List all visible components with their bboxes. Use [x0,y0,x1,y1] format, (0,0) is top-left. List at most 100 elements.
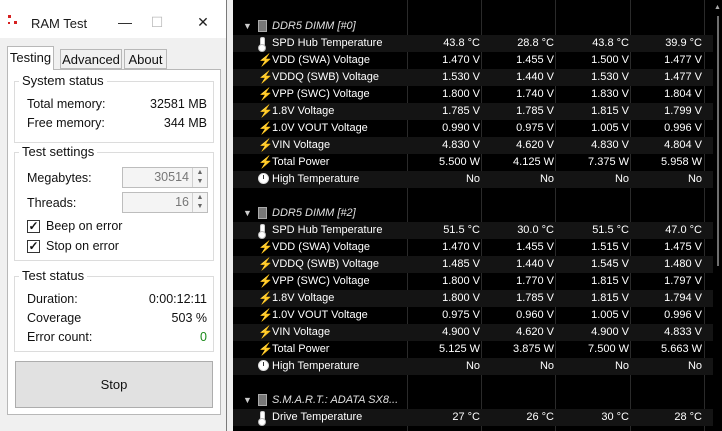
memory-chip-icon [258,207,267,219]
sensor-maximum-value: 1.815 V [591,292,629,304]
scrollbar[interactable]: ▲ [713,0,722,431]
sensor-row[interactable]: ⚡ VPP (SWC) Voltage 1.800 V 1.770 V 1.815 V 1… [233,273,722,290]
sensor-row[interactable]: ⚡ 1.0V VOUT Voltage 0.975 V 0.960 V 1.005 V 0… [233,307,722,324]
memory-chip-icon [258,20,267,32]
bolt-icon: ⚡ [258,274,273,288]
window-title: RAM Test [31,16,88,31]
sensor-row[interactable]: High Temperature No No No No [233,358,722,375]
sensor-minimum-value: 4.620 V [516,139,554,151]
sensor-row[interactable]: SPD Hub Temperature 51.5 °C 30.0 °C 51.5 °C… [233,222,722,239]
megabytes-spin-arrows[interactable]: ▲ ▼ [192,168,207,187]
minimize-button[interactable]: — [115,12,135,32]
sensor-minimum-value: 26 °C [526,411,554,423]
sensor-minimum-value: No [539,173,554,185]
sensor-minimum-value: 0.960 V [516,309,554,321]
thermometer-icon [258,37,266,52]
sensor-group-header[interactable]: ▼ DDR5 DIMM [#0] [233,18,722,35]
error-count-value: 0 [200,330,207,344]
sensor-group-header[interactable]: ▼ DDR5 DIMM [#2] [233,205,722,222]
sensor-row[interactable]: ⚡ VDDQ (SWB) Voltage 1.530 V 1.440 V 1.530 V… [233,69,722,86]
chevron-down-icon[interactable]: ▼ [243,21,252,31]
stop-on-error-checkbox[interactable]: ✓ [27,240,40,253]
sensor-average-value: 1.799 V [664,105,702,117]
sensor-row[interactable]: Drive Temperature 27 °C 26 °C 30 °C 28 °C [233,409,722,426]
sensor-row[interactable]: ⚡ VIN Voltage 4.830 V 4.620 V 4.830 V 4.804 V [233,137,722,154]
sensor-average-value: 0.996 V [664,122,702,134]
spin-down-icon[interactable]: ▼ [193,202,207,211]
coverage-label: Coverage [27,311,82,325]
bolt-icon: ⚡ [258,342,273,356]
sensor-current-value: 4.900 V [442,326,480,338]
threads-spin-arrows[interactable]: ▲ ▼ [192,193,207,212]
beep-on-error-label[interactable]: Beep on error [46,219,122,233]
sensor-row[interactable]: ⚡ VPP (SWC) Voltage 1.800 V 1.740 V 1.830 V 1… [233,86,722,103]
sensor-minimum-value: No [539,360,554,372]
test-settings-group: Test settings Megabytes: 30514 ▲ ▼ Thread… [14,144,214,261]
spin-up-icon[interactable]: ▲ [193,168,207,177]
title-bar[interactable]: RAM Test — ☐ ✕ [0,0,226,38]
thermometer-icon [258,411,266,426]
sensor-minimum-value: 1.785 V [516,105,554,117]
system-status-title: System status [19,73,107,88]
megabytes-stepper[interactable]: 30514 ▲ ▼ [122,167,208,188]
sensor-table[interactable]: ▼ DDR5 DIMM [#0] SPD Hub Temperature 43.8 °… [233,0,722,431]
thermometer-icon [258,224,266,239]
spin-down-icon[interactable]: ▼ [193,177,207,186]
close-button[interactable]: ✕ [193,12,213,32]
beep-on-error-checkbox[interactable]: ✓ [27,220,40,233]
stop-on-error-label[interactable]: Stop on error [46,239,119,253]
total-memory-value: 32581 MB [150,97,207,111]
sensor-average-value: No [687,360,702,372]
sensor-row[interactable]: ⚡ 1.0V VOUT Voltage 0.990 V 0.975 V 1.005 V 0… [233,120,722,137]
sensor-current-value: 1.800 V [442,88,480,100]
maximize-button: ☐ [150,14,164,30]
duration-label: Duration: [27,292,78,306]
sensor-minimum-value: 30.0 °C [517,224,554,236]
sensor-name: VDDQ (SWB) Voltage [272,258,379,270]
sensor-row[interactable]: ⚡ 1.8V Voltage 1.785 V 1.785 V 1.815 V 1.799 … [233,103,722,120]
spin-up-icon[interactable]: ▲ [193,193,207,202]
tab-testing[interactable]: Testing [7,46,54,70]
test-status-title: Test status [19,268,88,283]
sensor-row[interactable]: ⚡ VDD (SWA) Voltage 1.470 V 1.455 V 1.500 V 1… [233,52,722,69]
scroll-up-icon[interactable]: ▲ [714,4,721,11]
sensor-name: High Temperature [272,173,360,185]
sensor-current-value: No [465,173,480,185]
sensor-minimum-value: 1.440 V [516,258,554,270]
sensor-current-value: 4.830 V [442,139,480,151]
sensor-current-value: 1.470 V [442,54,480,66]
stop-button[interactable]: Stop [15,361,213,408]
sensor-maximum-value: 1.830 V [591,88,629,100]
sensor-name: VIN Voltage [272,326,331,338]
sensor-row[interactable]: ⚡ 1.8V Voltage 1.800 V 1.785 V 1.815 V 1.794 … [233,290,722,307]
sensor-row[interactable]: ⚡ Total Power 5.125 W 3.875 W 7.500 W 5.663 W [233,341,722,358]
sensor-group-name: DDR5 DIMM [#0] [272,20,356,32]
sensor-average-value: 1.797 V [664,275,702,287]
sensor-row[interactable]: SPD Hub Temperature 43.8 °C 28.8 °C 43.8 °C… [233,35,722,52]
threads-stepper[interactable]: 16 ▲ ▼ [122,192,208,213]
sensor-name: 1.8V Voltage [272,292,335,304]
sensor-name: SPD Hub Temperature [272,37,383,49]
sensor-row[interactable]: ⚡ VDD (SWA) Voltage 1.470 V 1.455 V 1.515 V 1… [233,239,722,256]
chevron-down-icon[interactable]: ▼ [243,395,252,405]
sensor-row[interactable]: ⚡ VDDQ (SWB) Voltage 1.485 V 1.440 V 1.545 V… [233,256,722,273]
sensor-minimum-value: 4.125 W [513,156,554,168]
sensor-row[interactable]: ⚡ Total Power 5.500 W 4.125 W 7.375 W 5.958 W [233,154,722,171]
sensor-row[interactable]: High Temperature No No No No [233,171,722,188]
sensor-maximum-value: 1.530 V [591,71,629,83]
sensor-average-value: No [687,173,702,185]
sensor-name: VPP (SWC) Voltage [272,88,370,100]
tab-about[interactable]: About [124,49,167,69]
sensor-row[interactable]: ⚡ VIN Voltage 4.900 V 4.620 V 4.900 V 4.833 V [233,324,722,341]
sensor-current-value: 27 °C [452,411,480,423]
sensor-group-header[interactable]: ▼ S.M.A.R.T.: ADATA SX8... [233,392,722,409]
sensor-average-value: 5.958 W [661,156,702,168]
free-memory-value: 344 MB [163,116,207,130]
clock-icon [258,173,269,184]
chevron-down-icon[interactable]: ▼ [243,208,252,218]
sensor-group-name: S.M.A.R.T.: ADATA SX8... [272,394,399,406]
sensor-current-value: 43.8 °C [443,37,480,49]
scrollbar-thumb[interactable] [717,16,719,266]
sensor-average-value: 1.794 V [664,292,702,304]
tab-advanced[interactable]: Advanced [60,49,122,69]
